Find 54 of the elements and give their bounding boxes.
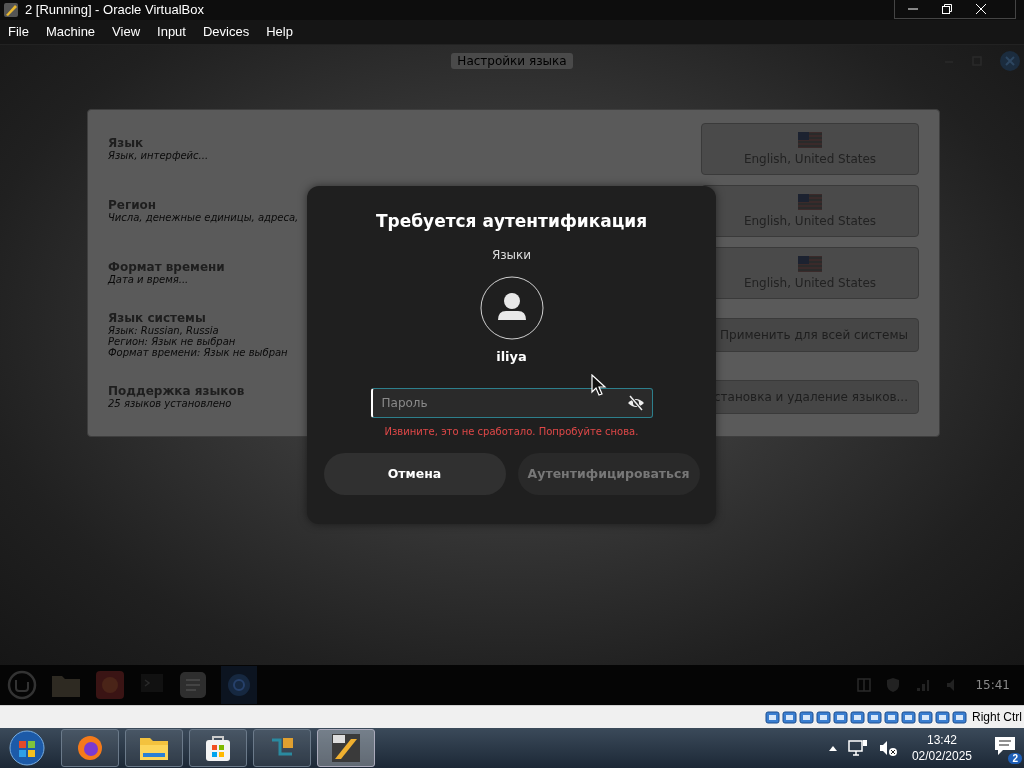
taskbar-app[interactable]	[61, 729, 119, 767]
setting-detail: Язык: Russian, Russia	[108, 325, 220, 337]
restore-icon[interactable]	[941, 3, 953, 16]
taskbar-app[interactable]	[253, 729, 311, 767]
taskbar-app[interactable]	[189, 729, 247, 767]
cancel-button[interactable]: Отмена	[323, 452, 506, 495]
notification-badge: 2	[1008, 753, 1022, 764]
clock[interactable]: 15:41	[975, 678, 1010, 693]
setting-detail: 25 языков установлено	[108, 398, 233, 410]
setting-title: Язык системы	[108, 311, 207, 326]
close-icon[interactable]	[975, 3, 987, 16]
speaker-muted-icon[interactable]	[877, 739, 898, 757]
window-title: Настройки языка	[451, 52, 573, 69]
clock-date[interactable]: 02/02/2025	[911, 748, 972, 764]
setting-title: Язык	[108, 136, 145, 151]
menu-item[interactable]: Help	[266, 24, 303, 40]
eye-off-icon[interactable]	[626, 394, 645, 411]
error-message: Извините, это не сработало. Попробуйте снова.	[384, 425, 639, 437]
setting-title: Регион	[108, 198, 158, 213]
menu-item[interactable]: View	[112, 24, 151, 40]
caret-up-icon[interactable]	[827, 744, 838, 752]
vm-icon	[331, 733, 361, 763]
clock-time[interactable]: 13:42	[926, 732, 957, 748]
folder-icon	[139, 735, 169, 761]
app-icon	[3, 2, 19, 18]
setting-detail: Регион: Язык не выбран	[108, 336, 237, 348]
setting-detail: Дата и время...	[108, 274, 190, 286]
menu-item[interactable]: File	[8, 24, 39, 40]
setting-detail: Формат времени: Язык не выбран	[108, 347, 288, 359]
taskbar-app[interactable]	[125, 729, 183, 767]
menu-item[interactable]: Input	[157, 24, 196, 40]
menu-item[interactable]: Machine	[45, 24, 106, 40]
setting-title: Поддержка языков	[108, 384, 245, 399]
monitor-icon[interactable]	[847, 739, 868, 757]
password-field[interactable]: Пароль	[370, 387, 653, 418]
menu-item[interactable]: Devices	[202, 24, 260, 40]
notification-icon[interactable]	[994, 736, 1016, 756]
host-key-label: Right Ctrl	[972, 710, 1022, 725]
avatar-icon	[479, 275, 544, 340]
pointer-icon	[591, 373, 607, 396]
flag-icon	[798, 131, 822, 148]
window-title: 2 [Running] - Oracle VirtualBox	[25, 2, 204, 18]
setting-detail: Числа, денежные единицы, адреса,	[108, 212, 299, 224]
start-button[interactable]	[8, 729, 46, 767]
setting-title: Формат времени	[108, 260, 225, 275]
user-name: iliya	[496, 348, 527, 364]
store-bag-icon	[205, 734, 231, 762]
dialog-title: Требуется аутентификация	[375, 210, 648, 231]
flag-icon	[798, 255, 822, 272]
flag-icon	[798, 193, 822, 210]
setting-detail: Язык, интерфейс...	[108, 150, 209, 162]
dialog-subtitle: Языки	[491, 247, 532, 262]
taskbar-app[interactable]	[317, 729, 375, 767]
settings-app-icon	[226, 672, 252, 699]
